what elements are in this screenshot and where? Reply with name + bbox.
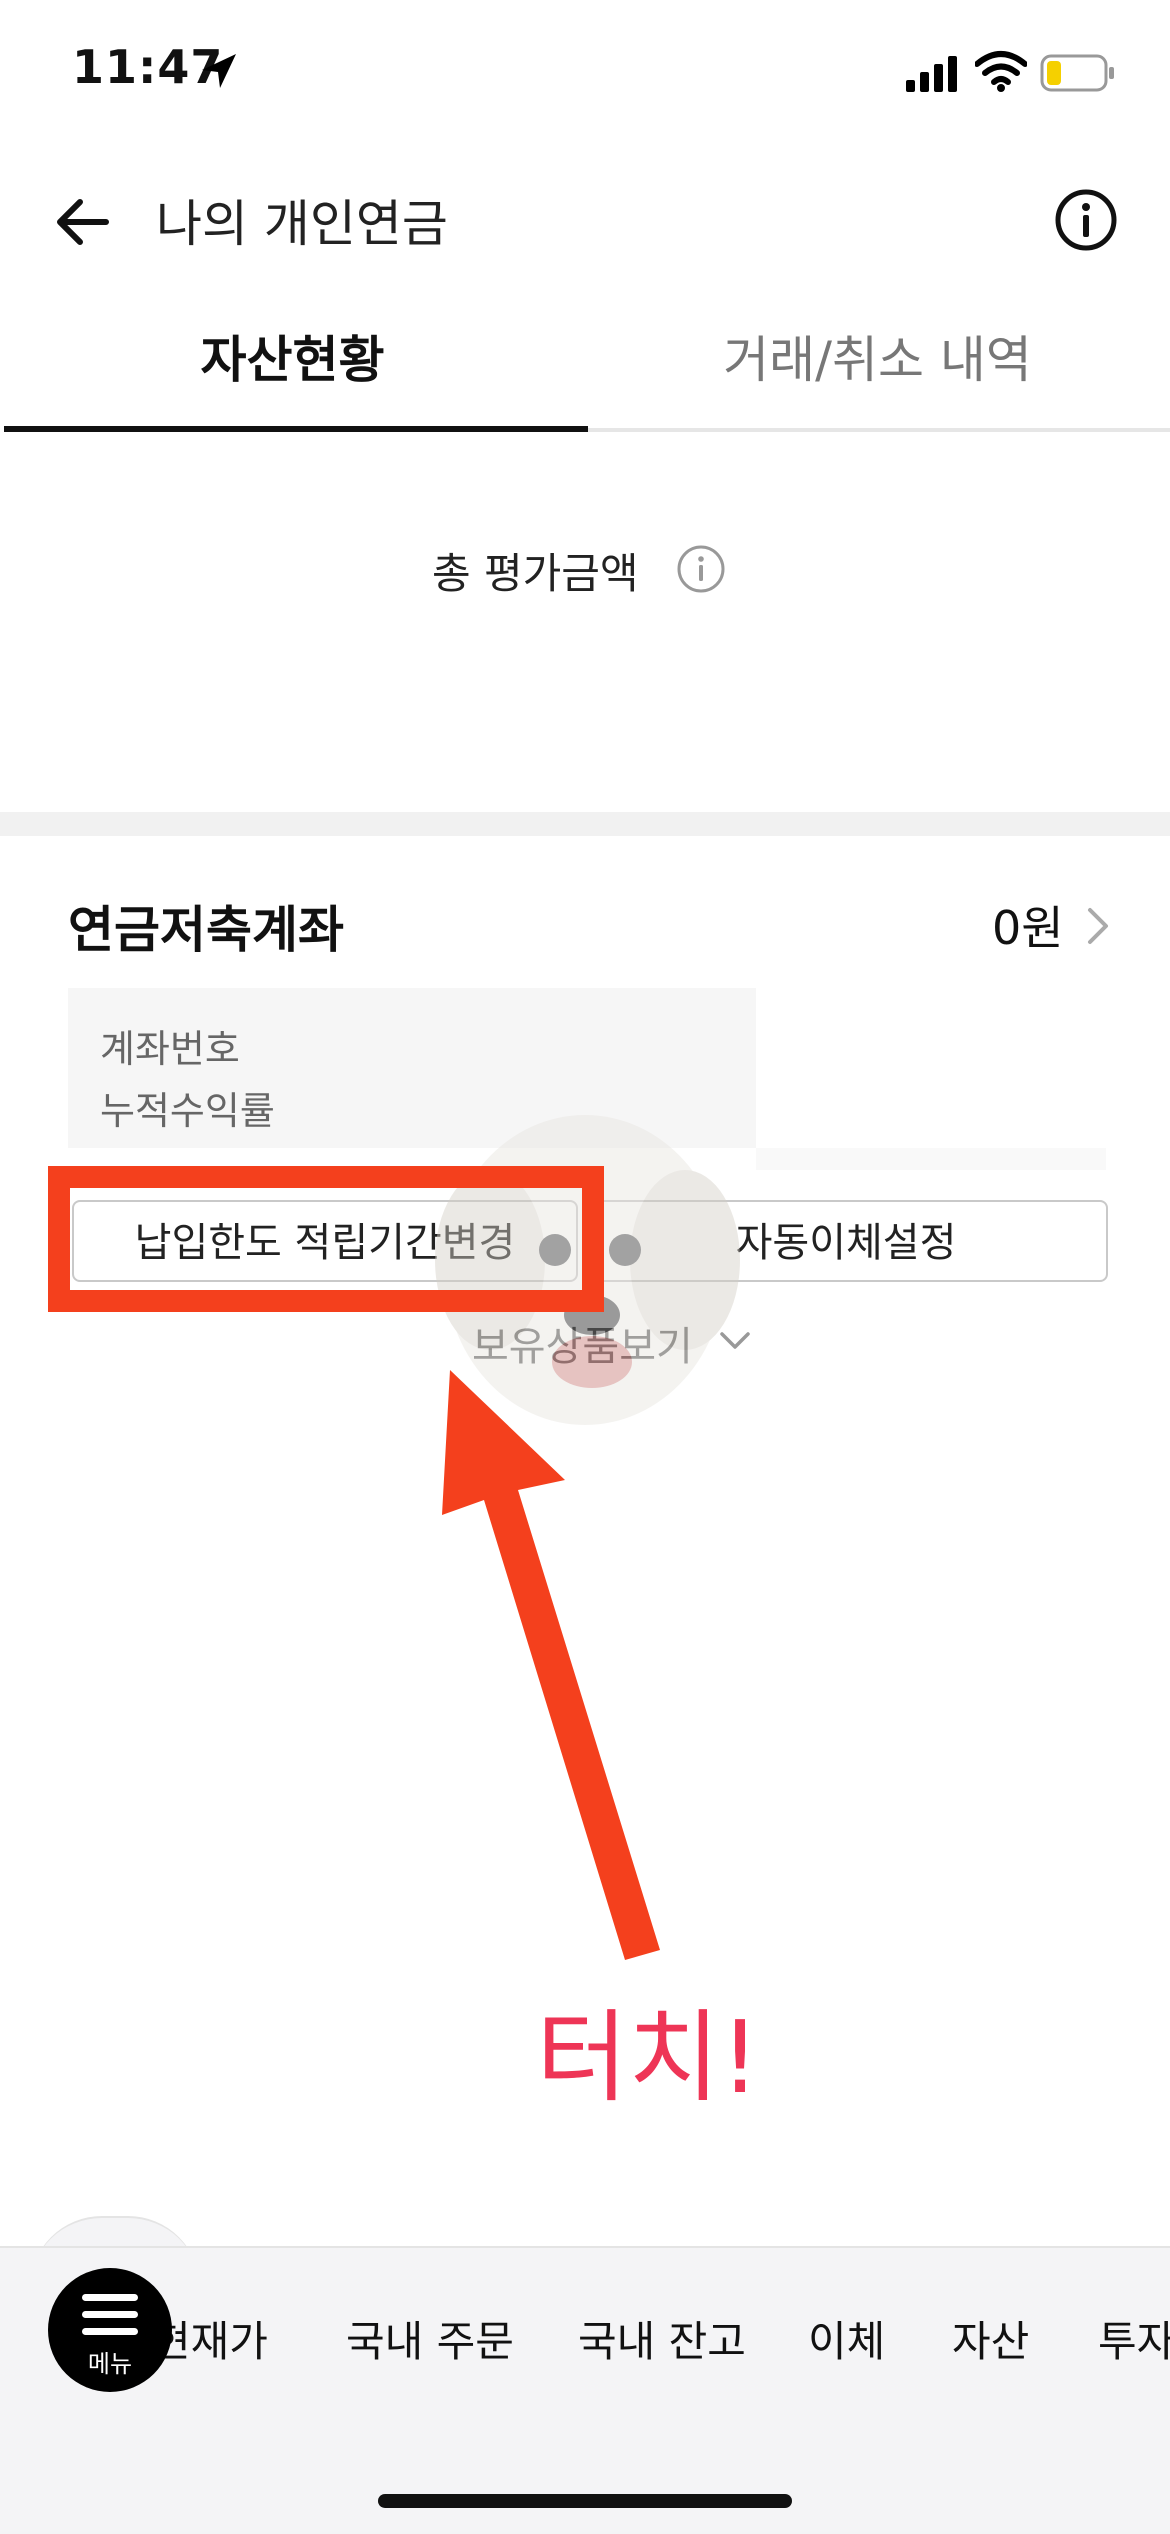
- back-arrow-icon[interactable]: [52, 192, 112, 252]
- info-icon[interactable]: [1054, 188, 1118, 252]
- info-icon[interactable]: [676, 544, 726, 594]
- chevron-right-icon[interactable]: [1080, 904, 1116, 948]
- bottom-nav-bar: [0, 2246, 1170, 2534]
- hamburger-icon: [82, 2294, 138, 2335]
- account-info-ext: [756, 1148, 1106, 1170]
- cumulative-return-label: 누적수익률: [100, 1089, 275, 1133]
- tab-bar: 자산현황 거래/취소 내역: [0, 300, 1170, 436]
- menu-label: 메뉴: [87, 2350, 133, 2378]
- header: 나의 개인연금: [0, 170, 1170, 290]
- location-arrow-icon: [202, 54, 236, 88]
- tab-divider: [588, 428, 1170, 432]
- nav-item-transfer[interactable]: 이체: [808, 2308, 885, 2369]
- touch-caption: 터치!: [536, 1999, 761, 2116]
- account-title: 연금저축계좌: [68, 901, 344, 959]
- account-number-label: 계좌번호: [100, 1027, 240, 1071]
- cellular-signal-icon: [906, 56, 957, 92]
- page-title: 나의 개인연금: [156, 195, 448, 253]
- account-amount[interactable]: 0원: [992, 892, 1064, 958]
- status-bar: 11:47: [0, 0, 1170, 150]
- active-tab-indicator: [4, 426, 588, 432]
- wifi-icon: [975, 51, 1027, 92]
- nav-item-assets[interactable]: 자산: [952, 2308, 1029, 2369]
- nav-item-domestic-balance[interactable]: 국내 잔고: [578, 2308, 746, 2369]
- menu-button[interactable]: 메뉴: [48, 2268, 172, 2392]
- nav-item-domestic-order[interactable]: 국내 주문: [346, 2308, 514, 2369]
- highlight-box: [48, 1166, 604, 1312]
- nav-item-investment[interactable]: 투자: [1098, 2308, 1170, 2369]
- battery-icon: [1040, 54, 1114, 92]
- pointer-arrow-icon: [442, 1370, 660, 1960]
- total-valuation-label: 총 평가금액: [432, 549, 639, 598]
- tab-transactions[interactable]: 거래/취소 내역: [585, 300, 1170, 426]
- section-divider: [0, 812, 1170, 836]
- home-indicator: [378, 2494, 792, 2508]
- tab-assets[interactable]: 자산현황: [0, 300, 585, 426]
